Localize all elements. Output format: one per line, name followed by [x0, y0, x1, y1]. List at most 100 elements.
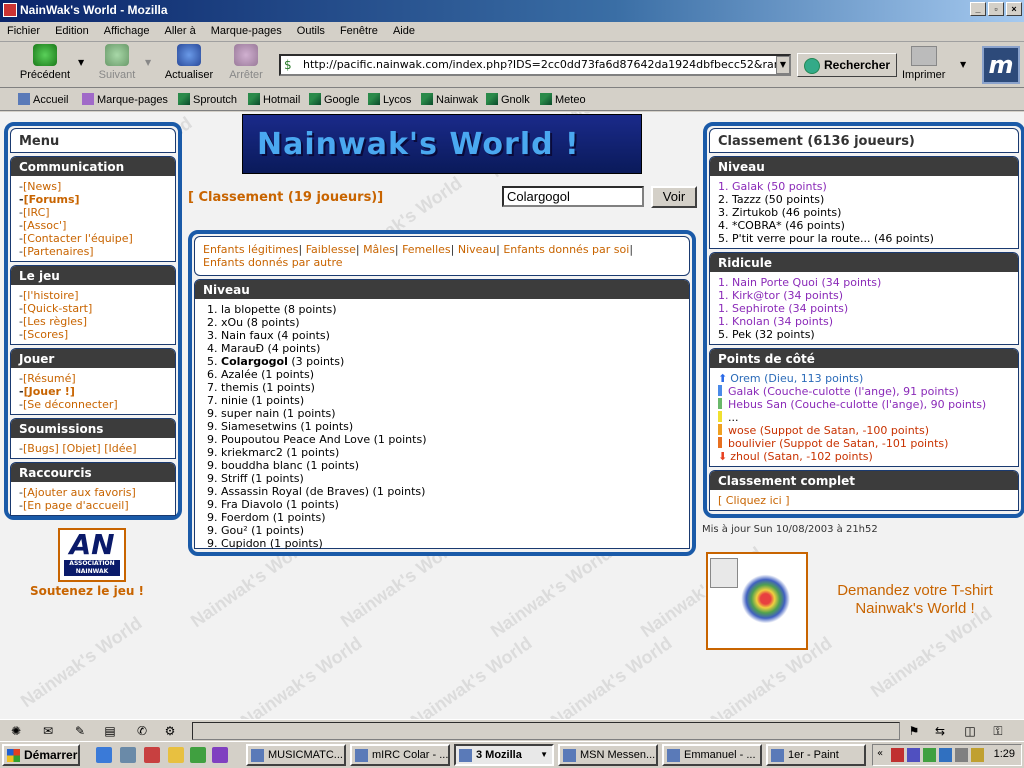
- desktop-quicklaunch-icon[interactable]: [120, 747, 136, 763]
- mail-icon[interactable]: ✉: [38, 723, 58, 739]
- filter-enfants-legitimes[interactable]: Enfants légitimes: [203, 243, 299, 256]
- tray-volume-icon[interactable]: [955, 748, 968, 762]
- back-dropdown-icon[interactable]: ▼: [78, 58, 84, 67]
- tshirt-image[interactable]: [706, 552, 808, 650]
- ranking-entry[interactable]: Galak (Couche-culotte (l'ange), 91 point…: [718, 385, 1010, 398]
- menu-affichage[interactable]: Affichage: [99, 22, 155, 37]
- ranking-entry[interactable]: wose (Suppot de Satan, -100 points): [718, 424, 1010, 437]
- link-ajouter-favoris[interactable]: [Ajouter aux favoris]: [19, 486, 167, 499]
- ie-quicklaunch-icon[interactable]: [96, 747, 112, 763]
- maximize-button[interactable]: ▫: [988, 2, 1004, 16]
- link-partenaires[interactable]: [Partenaires]: [19, 245, 167, 258]
- menu-edition[interactable]: Edition: [50, 22, 94, 37]
- link-quick-start[interactable]: [Quick-start]: [19, 302, 167, 315]
- menu-fenetre[interactable]: Fenêtre: [335, 22, 383, 37]
- filter-niveau[interactable]: Niveau: [458, 243, 496, 256]
- composer-icon[interactable]: ✎: [70, 723, 90, 739]
- ranking-entry[interactable]: Hebus San (Couche-culotte (l'ange), 90 p…: [718, 398, 1010, 411]
- offline-icon[interactable]: ⚑: [904, 723, 924, 739]
- connection-icon[interactable]: ⇆: [930, 723, 950, 739]
- filter-faiblesse[interactable]: Faiblesse: [306, 243, 356, 256]
- bookmark-hotmail[interactable]: Hotmail: [248, 93, 300, 106]
- ranking-entry[interactable]: 1. Kirk@tor (34 points): [718, 289, 1010, 302]
- ranking-entry[interactable]: 1. Galak (50 points): [718, 180, 1010, 193]
- debug-icon[interactable]: ⚙: [160, 723, 180, 739]
- link-irc[interactable]: [IRC]: [19, 206, 167, 219]
- link-bugs[interactable]: [Bugs]: [23, 442, 59, 455]
- back-button[interactable]: Précédent: [16, 44, 74, 81]
- security-lock-icon[interactable]: ⚿: [988, 723, 1008, 739]
- tray-app-icon[interactable]: [907, 748, 920, 762]
- navigator-icon[interactable]: ✺: [6, 723, 26, 739]
- reload-button[interactable]: Actualiser: [160, 44, 218, 81]
- minimize-button[interactable]: _: [970, 2, 986, 16]
- link-page-accueil[interactable]: [En page d'accueil]: [19, 499, 167, 512]
- menu-aide[interactable]: Aide: [388, 22, 420, 37]
- bookmark-marque-pages[interactable]: Marque-pages: [82, 93, 168, 106]
- filter-males[interactable]: Mâles: [363, 243, 395, 256]
- ranking-entry[interactable]: 1. Knolan (34 points): [718, 315, 1010, 328]
- link-regles[interactable]: [Les règles]: [19, 315, 167, 328]
- ranking-entry[interactable]: ⬇ zhoul (Satan, -102 points): [718, 450, 1010, 463]
- link-histoire[interactable]: [l'histoire]: [19, 289, 167, 302]
- bookmark-accueil[interactable]: Accueil: [18, 93, 68, 106]
- link-resume[interactable]: [Résumé]: [19, 372, 167, 385]
- link-forums[interactable]: [Forums]: [19, 193, 167, 206]
- irc-icon[interactable]: ✆: [132, 723, 152, 739]
- link-contact[interactable]: [Contacter l'équipe]: [19, 232, 167, 245]
- menu-outils[interactable]: Outils: [292, 22, 330, 37]
- app-quicklaunch-icon[interactable]: [168, 747, 184, 763]
- menu-aller[interactable]: Aller à: [160, 22, 201, 37]
- tray-msn-icon[interactable]: [923, 748, 936, 762]
- task-msn[interactable]: MSN Messen...: [558, 744, 658, 766]
- task-mozilla[interactable]: 3 Mozilla ▼: [454, 744, 554, 766]
- association-logo[interactable]: AN ASSOCIATION NAINWAK: [58, 528, 126, 582]
- tray-network-icon[interactable]: [939, 748, 952, 762]
- support-link[interactable]: Soutenez le jeu !: [30, 584, 144, 598]
- url-dropdown-button[interactable]: ▼: [776, 56, 790, 74]
- link-deconnecter[interactable]: [Se déconnecter]: [19, 398, 167, 411]
- link-news[interactable]: [News]: [19, 180, 167, 193]
- ranking-entry[interactable]: ⬆ Orem (Dieu, 113 points): [718, 372, 1010, 385]
- app-quicklaunch-icon[interactable]: [212, 747, 228, 763]
- menu-marque-pages[interactable]: Marque-pages: [206, 22, 287, 37]
- tshirt-offer-link[interactable]: Demandez votre T-shirt Nainwak's World !: [815, 582, 1015, 618]
- link-scores[interactable]: [Scores]: [19, 328, 167, 341]
- mozilla-app-icon[interactable]: [3, 3, 17, 17]
- task-musicmatch[interactable]: MUSICMATC...: [246, 744, 346, 766]
- link-objet[interactable]: [Objet]: [62, 442, 100, 455]
- tray-app-icon[interactable]: [891, 748, 904, 762]
- search-button[interactable]: Rechercher: [797, 53, 897, 77]
- forward-dropdown-icon[interactable]: ▼: [145, 58, 151, 67]
- bookmark-sproutch[interactable]: Sproutch: [178, 93, 237, 106]
- clock[interactable]: 1:29: [994, 748, 1015, 760]
- link-assoc[interactable]: [Assoc']: [19, 219, 167, 232]
- ranking-entry[interactable]: 1. Sephirote (34 points): [718, 302, 1010, 315]
- mozilla-logo[interactable]: m: [982, 46, 1020, 84]
- stop-button[interactable]: Arrêter: [224, 44, 268, 81]
- url-input[interactable]: $ http://pacific.nainwak.com/index.php?I…: [279, 54, 791, 76]
- filter-enfants-donnes-soi[interactable]: Enfants donnés par soi: [503, 243, 629, 256]
- voir-button[interactable]: Voir: [651, 186, 697, 208]
- print-button[interactable]: Imprimer: [902, 46, 945, 81]
- print-dropdown-icon[interactable]: ▼: [960, 60, 966, 69]
- ranking-entry[interactable]: boulivier (Suppot de Satan, -101 points): [718, 437, 1010, 450]
- menu-fichier[interactable]: Fichier: [2, 22, 45, 37]
- app-quicklaunch-icon[interactable]: [190, 747, 206, 763]
- title-bar[interactable]: NainWak's World - Mozilla _ ▫ ×: [0, 0, 1024, 22]
- task-mirc[interactable]: mIRC Colar - ...: [350, 744, 450, 766]
- ranking-entry[interactable]: 1. Nain Porte Quoi (34 points): [718, 276, 1010, 289]
- filter-enfants-donnes-autre[interactable]: Enfants donnés par autre: [203, 256, 343, 269]
- bookmark-gnolk[interactable]: Gnolk: [486, 93, 530, 106]
- link-cliquez-ici[interactable]: [ Cliquez ici ]: [718, 494, 1010, 507]
- tray-app-icon[interactable]: [971, 748, 984, 762]
- player-search-input[interactable]: [502, 186, 644, 207]
- link-idee[interactable]: [Idée]: [104, 442, 136, 455]
- close-button[interactable]: ×: [1006, 2, 1022, 16]
- tray-expand-icon[interactable]: «: [877, 748, 890, 762]
- app-quicklaunch-icon[interactable]: [144, 747, 160, 763]
- filter-femelles[interactable]: Femelles: [402, 243, 451, 256]
- bookmark-nainwak[interactable]: Nainwak: [421, 93, 478, 106]
- bookmark-lycos[interactable]: Lycos: [368, 93, 411, 106]
- task-paint[interactable]: 1er - Paint: [766, 744, 866, 766]
